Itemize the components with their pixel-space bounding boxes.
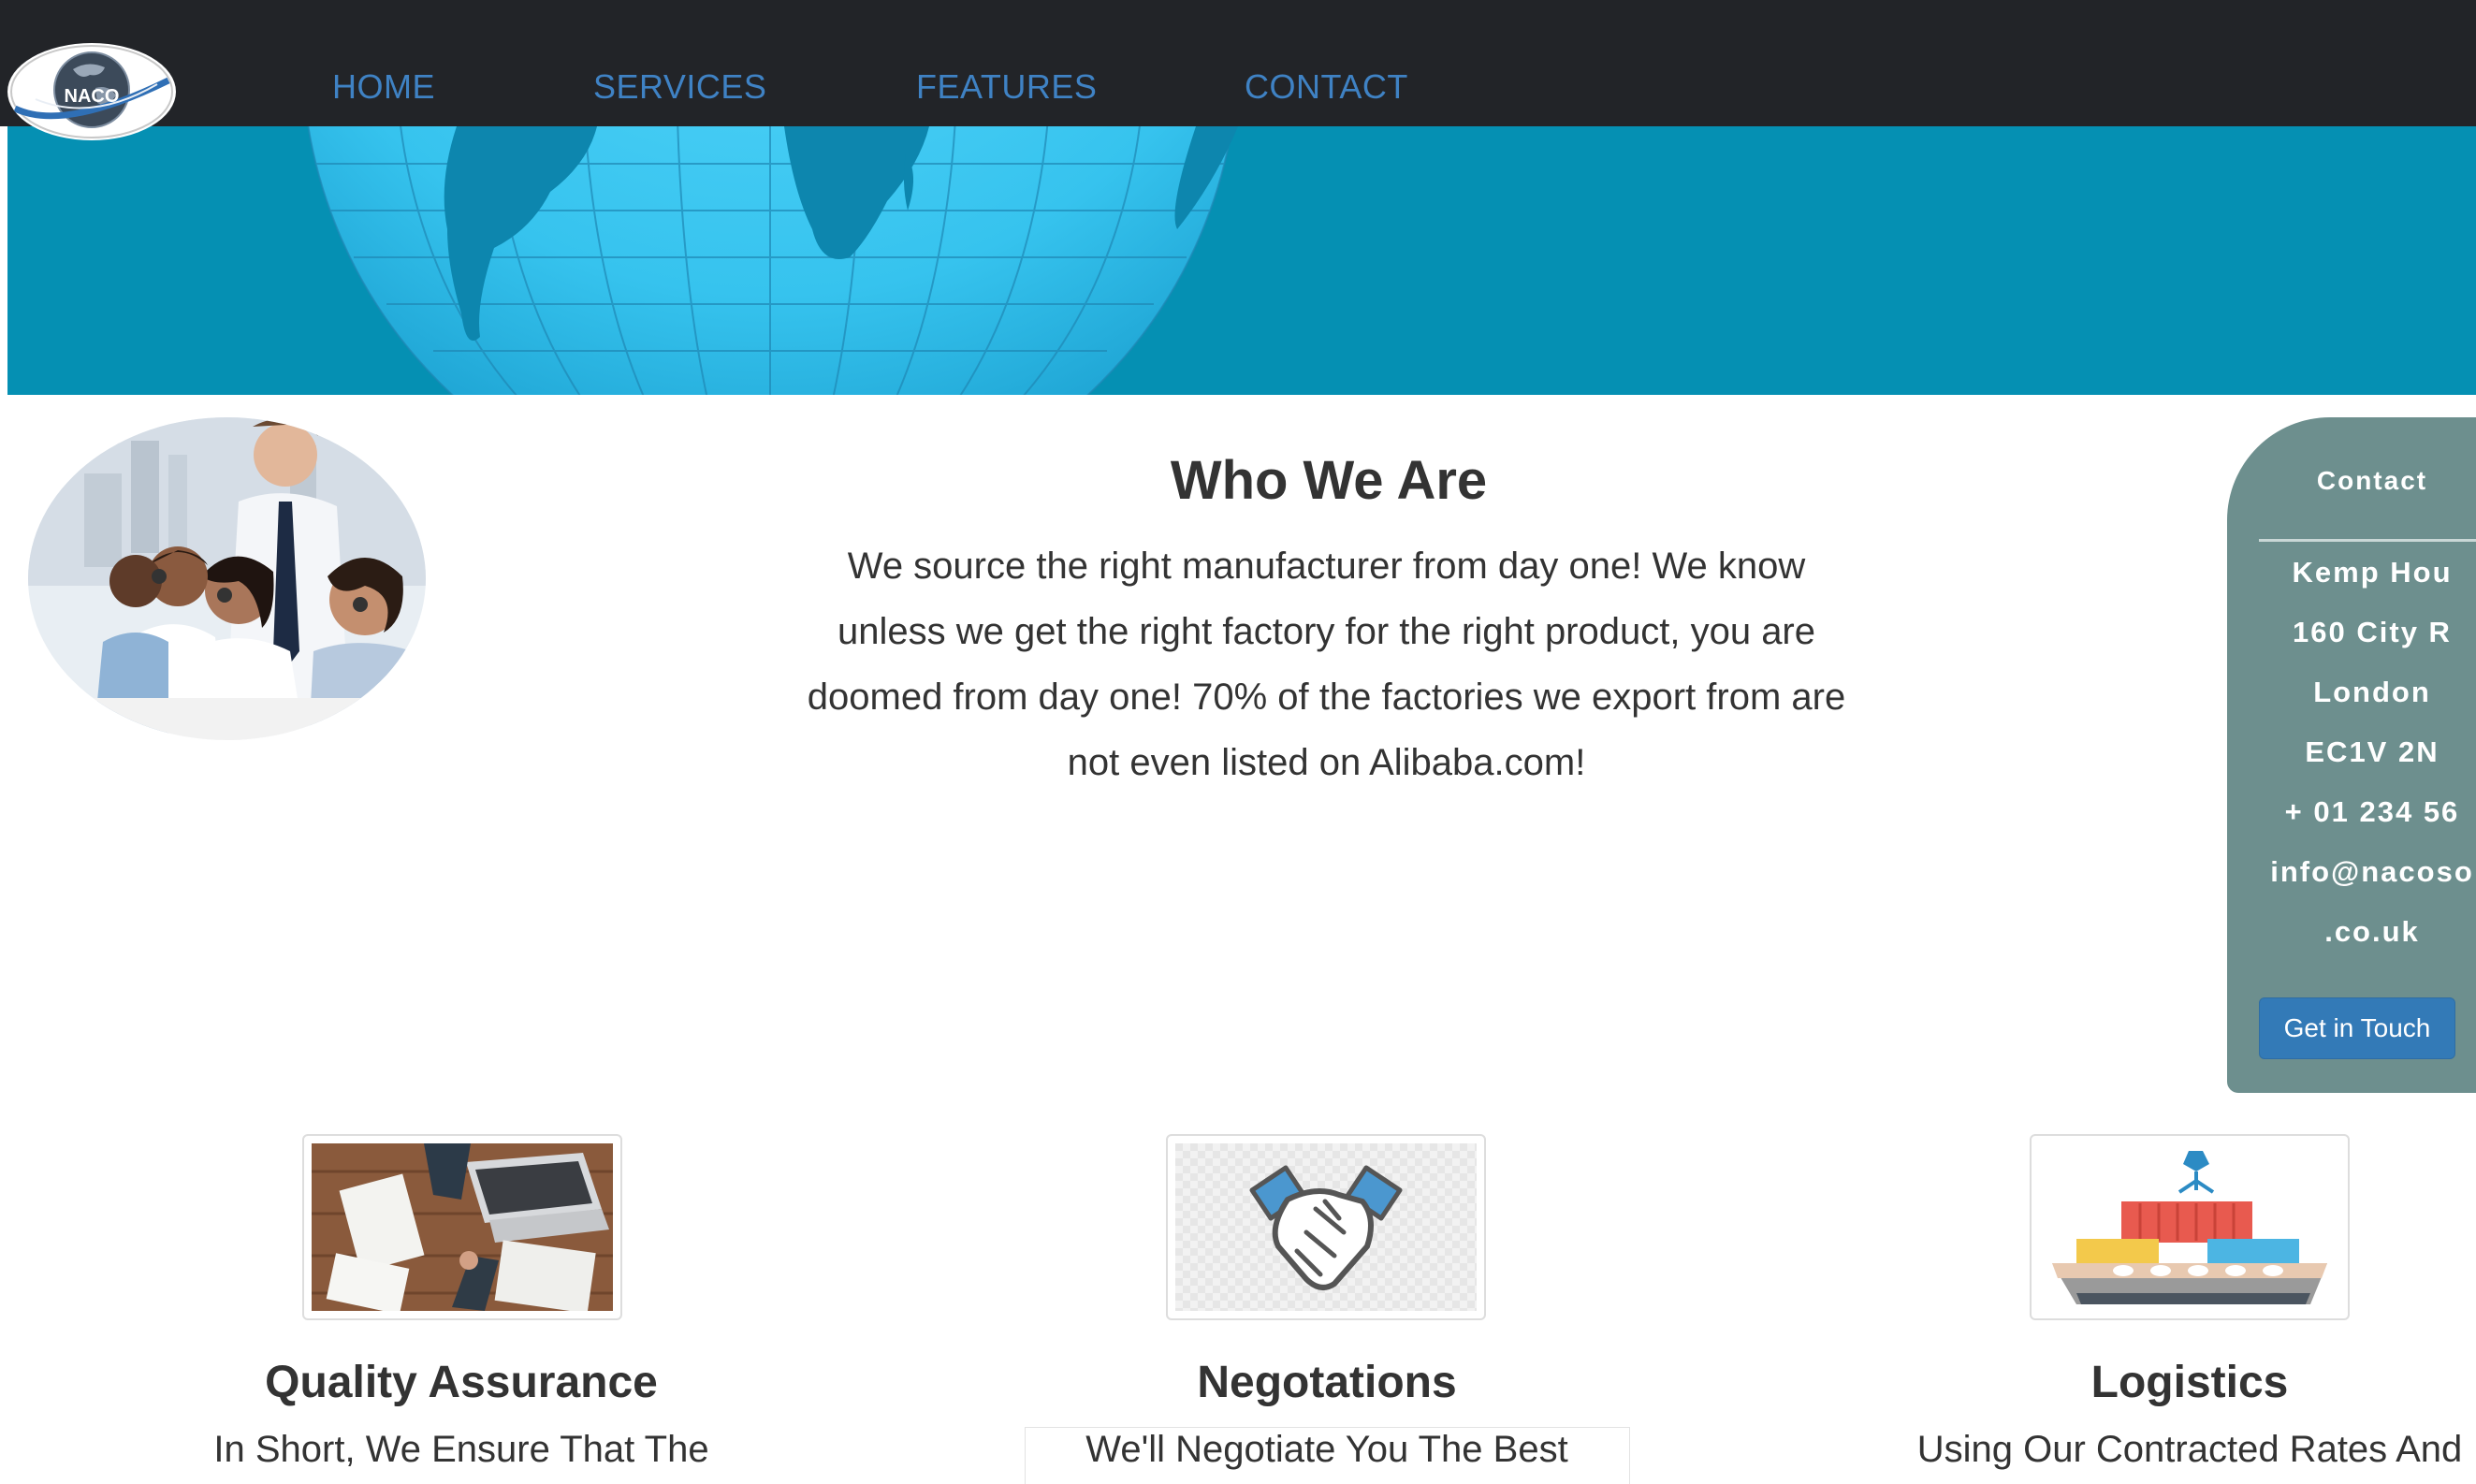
logistics-title: Logistics	[2090, 1358, 2289, 1407]
address-line-2: 160 City R	[2293, 616, 2452, 648]
address-line-1: Kemp Hou	[2292, 556, 2453, 589]
nav-contact-link[interactable]: CONTACT	[1245, 67, 1408, 107]
negotiations-image	[1166, 1134, 1486, 1320]
contact-divider	[2259, 539, 2476, 542]
globe-logo-icon: NACO	[10, 45, 173, 138]
cargo-ship-icon	[2039, 1143, 2340, 1311]
quality-assurance-title: Quality Assurance	[265, 1358, 658, 1407]
who-we-are-heading: Who We Are	[1170, 450, 1488, 511]
contact-card: Contact Kemp Hou 160 City R London EC1V …	[2227, 417, 2476, 1093]
globe-image	[307, 126, 1238, 395]
nav-features-link[interactable]: FEATURES	[916, 67, 1097, 107]
get-in-touch-button[interactable]: Get in Touch	[2259, 997, 2455, 1059]
logistics-image	[2030, 1134, 2350, 1320]
negotiations-text: We'll Negotiate You The Best	[1085, 1429, 1568, 1470]
quality-assurance-image	[302, 1134, 622, 1320]
business-meeting-photo	[312, 1143, 613, 1311]
nav-home-link[interactable]: HOME	[332, 67, 435, 107]
address-city: London	[2313, 676, 2431, 708]
svg-text:NACO: NACO	[65, 86, 120, 107]
address-postcode: EC1V 2N	[2305, 735, 2440, 768]
logistics-text: Using Our Contracted Rates And	[1916, 1429, 2463, 1470]
hero-banner	[7, 126, 2476, 395]
naco-logo[interactable]: NACO	[7, 43, 176, 140]
who-we-are-text: We source the right manufacturer from da…	[807, 546, 1846, 783]
contact-email-domain[interactable]: .co.uk	[2227, 915, 2476, 949]
nav-services-link[interactable]: SERVICES	[593, 67, 766, 107]
call-center-team-photo	[28, 417, 426, 740]
contact-card-heading: Contact	[2316, 466, 2428, 495]
contact-phone: + 01 234 56	[2284, 795, 2460, 828]
quality-assurance-text: In Short, We Ensure That The	[213, 1429, 709, 1470]
negotiations-title: Negotations	[1197, 1358, 1457, 1407]
contact-email[interactable]: info@nacoso	[2227, 855, 2476, 889]
top-nav-bar: HOME SERVICES FEATURES CONTACT	[0, 0, 2476, 126]
handshake-icon	[1175, 1143, 1477, 1311]
